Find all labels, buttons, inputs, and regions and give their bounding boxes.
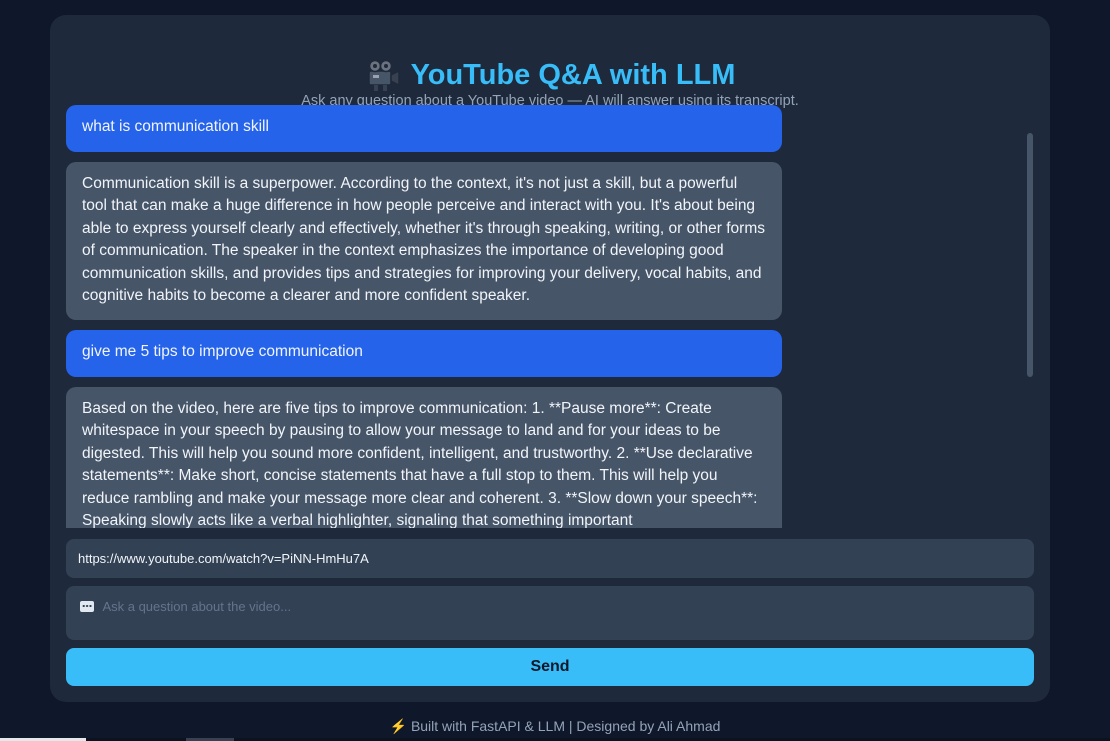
question-input[interactable] <box>102 599 1003 614</box>
footer: ⚡ Built with FastAPI & LLM | Designed by… <box>0 718 1110 735</box>
send-button[interactable]: Send <box>66 648 1034 686</box>
header: YouTube Q&A with LLM Ask any question ab… <box>50 55 1050 111</box>
user-message: what is communication skill <box>66 105 782 152</box>
lightning-icon: ⚡ <box>389 718 408 734</box>
title-row: YouTube Q&A with LLM <box>50 55 1050 95</box>
chat-history[interactable]: what is communication skill Communicatio… <box>66 105 782 528</box>
movie-camera-icon <box>365 58 401 92</box>
chat-scrollbar[interactable] <box>1027 133 1033 377</box>
question-box[interactable] <box>66 586 1034 640</box>
video-url-input[interactable] <box>66 539 1034 578</box>
footer-text: Built with FastAPI & LLM | Designed by A… <box>410 718 721 734</box>
bot-message: Communication skill is a superpower. Acc… <box>66 162 782 320</box>
speech-bubble-icon <box>80 601 94 612</box>
bot-message: Based on the video, here are five tips t… <box>66 387 782 528</box>
user-message: give me 5 tips to improve communication <box>66 330 782 377</box>
page-title: YouTube Q&A with LLM <box>410 59 736 91</box>
main-card: YouTube Q&A with LLM Ask any question ab… <box>50 15 1050 702</box>
